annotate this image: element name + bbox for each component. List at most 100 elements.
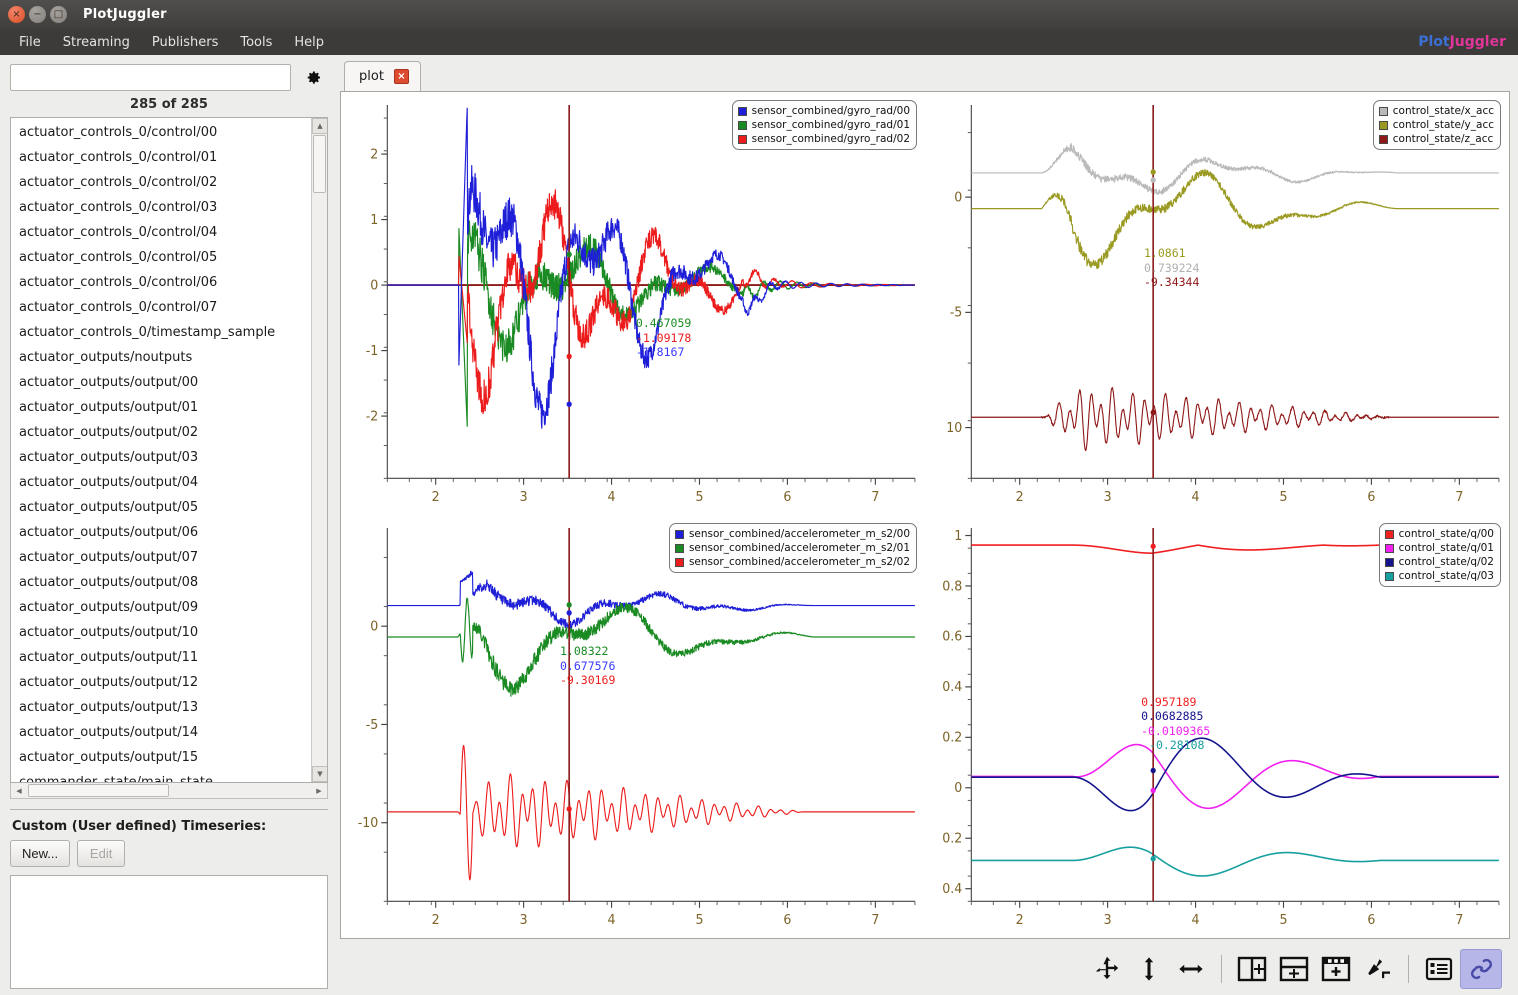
gear-icon: [306, 65, 322, 90]
legend-gyro[interactable]: sensor_combined/gyro_rad/00 sensor_combi…: [732, 100, 917, 150]
timeseries-item[interactable]: actuator_outputs/output/10: [15, 620, 311, 645]
scroll-left-arrow-icon[interactable]: ◀: [11, 784, 27, 798]
scroll-up-arrow-icon[interactable]: ▲: [312, 118, 328, 134]
svg-text:0.8: 0.8: [942, 579, 962, 595]
plot-quaternion[interactable]: 10.80.60.40.200.20.4234567 control_state…: [925, 515, 1509, 938]
tree-vertical-scrollbar[interactable]: ▲ ▼: [311, 118, 327, 782]
svg-text:5: 5: [1279, 490, 1287, 506]
timeseries-item[interactable]: actuator_controls_0/control/04: [15, 220, 311, 245]
tab-plot[interactable]: plot ×: [344, 61, 421, 91]
timeseries-list[interactable]: actuator_controls_0/control/00actuator_c…: [11, 118, 311, 782]
timeseries-item[interactable]: actuator_outputs/output/11: [15, 645, 311, 670]
timeseries-item[interactable]: actuator_controls_0/control/01: [15, 145, 311, 170]
timeseries-item[interactable]: actuator_outputs/output/07: [15, 545, 311, 570]
legend-item: sensor_combined/gyro_rad/00: [738, 104, 910, 118]
legend-swatch-icon: [1385, 544, 1394, 553]
svg-text:1: 1: [370, 213, 378, 229]
menu-streaming[interactable]: Streaming: [52, 33, 141, 52]
timeseries-item[interactable]: actuator_outputs/output/01: [15, 395, 311, 420]
svg-text:7: 7: [871, 913, 879, 929]
horizontal-scroll-thumb[interactable]: [28, 784, 169, 797]
timeseries-item[interactable]: actuator_controls_0/control/02: [15, 170, 311, 195]
toolbar-divider: [1408, 955, 1409, 983]
link-axes-button[interactable]: [1460, 949, 1502, 989]
vertical-scroll-thumb[interactable]: [313, 135, 326, 193]
timeseries-item[interactable]: actuator_controls_0/control/03: [15, 195, 311, 220]
plot-toolbar: [340, 943, 1510, 995]
timeseries-item[interactable]: actuator_outputs/output/06: [15, 520, 311, 545]
timeseries-item[interactable]: actuator_controls_0/control/05: [15, 245, 311, 270]
legend-label: control_state/z_acc: [1393, 132, 1494, 146]
zoom-vertical-button[interactable]: [1128, 949, 1170, 989]
timeseries-item[interactable]: actuator_outputs/output/00: [15, 370, 311, 395]
custom-timeseries-title: Custom (User defined) Timeseries:: [12, 819, 328, 834]
tab-close-icon[interactable]: ×: [394, 69, 409, 84]
legend-quaternion[interactable]: control_state/q/00 control_state/q/01 co…: [1379, 523, 1501, 587]
search-input[interactable]: [10, 64, 291, 91]
add-tab-button[interactable]: [1315, 949, 1357, 989]
legend-label: sensor_combined/gyro_rad/01: [752, 118, 910, 132]
window-minimize-icon[interactable]: −: [29, 6, 46, 23]
window-close-icon[interactable]: ×: [8, 6, 25, 23]
scroll-right-arrow-icon[interactable]: ▶: [311, 784, 327, 798]
tab-strip: plot ×: [340, 61, 1510, 91]
timeseries-item[interactable]: actuator_controls_0/control/06: [15, 270, 311, 295]
new-custom-timeseries-button[interactable]: New...: [10, 840, 70, 867]
legend-accelerometer[interactable]: sensor_combined/accelerometer_m_s2/00 se…: [669, 523, 917, 573]
cursor-values-gyro: 0.467059 -1.09178 -1.8167: [636, 316, 691, 360]
legend-item: control_state/q/00: [1385, 527, 1494, 541]
menu-tools[interactable]: Tools: [229, 33, 283, 52]
plot-accelerometer[interactable]: 0-5-10234567 sensor_combined/acceleromet…: [341, 515, 925, 938]
edit-custom-timeseries-button[interactable]: Edit: [77, 840, 125, 867]
timeseries-item[interactable]: actuator_controls_0/control/07: [15, 295, 311, 320]
toolbar-divider: [1221, 955, 1222, 983]
svg-text:6: 6: [783, 913, 791, 929]
timeseries-item[interactable]: actuator_outputs/output/14: [15, 720, 311, 745]
timeseries-item[interactable]: actuator_outputs/output/09: [15, 595, 311, 620]
plot-acc-canvas[interactable]: 0-510234567: [925, 92, 1509, 515]
menu-help[interactable]: Help: [283, 33, 335, 52]
split-horizontal-button[interactable]: [1273, 949, 1315, 989]
svg-text:0: 0: [370, 619, 378, 635]
legend-swatch-icon: [1385, 530, 1394, 539]
timeseries-item[interactable]: actuator_outputs/output/08: [15, 570, 311, 595]
window-maximize-icon[interactable]: □: [50, 6, 67, 23]
timeseries-tree[interactable]: actuator_controls_0/control/00actuator_c…: [10, 117, 328, 783]
timeseries-item[interactable]: commander_state/main_state: [15, 770, 311, 782]
plot-control-state-acc[interactable]: 0-510234567 control_state/x_acc control_…: [925, 92, 1509, 515]
cursor-value: 0.957189: [1141, 695, 1210, 710]
custom-timeseries-list[interactable]: [10, 875, 328, 989]
settings-gear-button[interactable]: [300, 63, 328, 91]
timeseries-item[interactable]: actuator_outputs/output/03: [15, 445, 311, 470]
timeseries-item[interactable]: actuator_outputs/output/15: [15, 745, 311, 770]
legend-toggle-button[interactable]: [1418, 949, 1460, 989]
zoom-horizontal-button[interactable]: [1170, 949, 1212, 989]
brand-juggler-text: Juggler: [1450, 34, 1506, 50]
cursor-value: 0.739224: [1144, 261, 1199, 276]
timeseries-item[interactable]: actuator_outputs/output/02: [15, 420, 311, 445]
timeseries-item[interactable]: actuator_controls_0/control/00: [15, 120, 311, 145]
timeseries-item[interactable]: actuator_outputs/output/12: [15, 670, 311, 695]
svg-text:-10: -10: [358, 816, 379, 832]
menu-publishers[interactable]: Publishers: [141, 33, 229, 52]
plot-gyro-canvas[interactable]: 210-1-2234567: [341, 92, 925, 515]
split-vertical-button[interactable]: [1231, 949, 1273, 989]
plot-accelerometer-canvas[interactable]: 0-5-10234567: [341, 515, 925, 938]
timeseries-item[interactable]: actuator_controls_0/timestamp_sample: [15, 320, 311, 345]
timeseries-item[interactable]: actuator_outputs/output/04: [15, 470, 311, 495]
scroll-down-arrow-icon[interactable]: ▼: [312, 766, 328, 782]
vertical-arrow-icon: [1135, 955, 1163, 983]
timeseries-item[interactable]: actuator_outputs/output/13: [15, 695, 311, 720]
tree-horizontal-scrollbar[interactable]: ◀ ▶: [10, 783, 328, 799]
pan-axes-button[interactable]: [1086, 949, 1128, 989]
timeseries-item[interactable]: actuator_outputs/noutputs: [15, 345, 311, 370]
timeseries-item[interactable]: actuator_outputs/output/05: [15, 495, 311, 520]
legend-swatch-icon: [738, 107, 747, 116]
plot-gyro[interactable]: 210-1-2234567 sensor_combined/gyro_rad/0…: [341, 92, 925, 515]
brand-plot-text: Plot: [1418, 34, 1449, 50]
clear-plots-button[interactable]: [1357, 949, 1399, 989]
tab-plot-label: plot: [359, 69, 384, 84]
legend-control-state-acc[interactable]: control_state/x_acc control_state/y_acc …: [1373, 100, 1501, 150]
cursor-value: 0.677576: [560, 659, 615, 674]
menu-file[interactable]: File: [8, 33, 52, 52]
